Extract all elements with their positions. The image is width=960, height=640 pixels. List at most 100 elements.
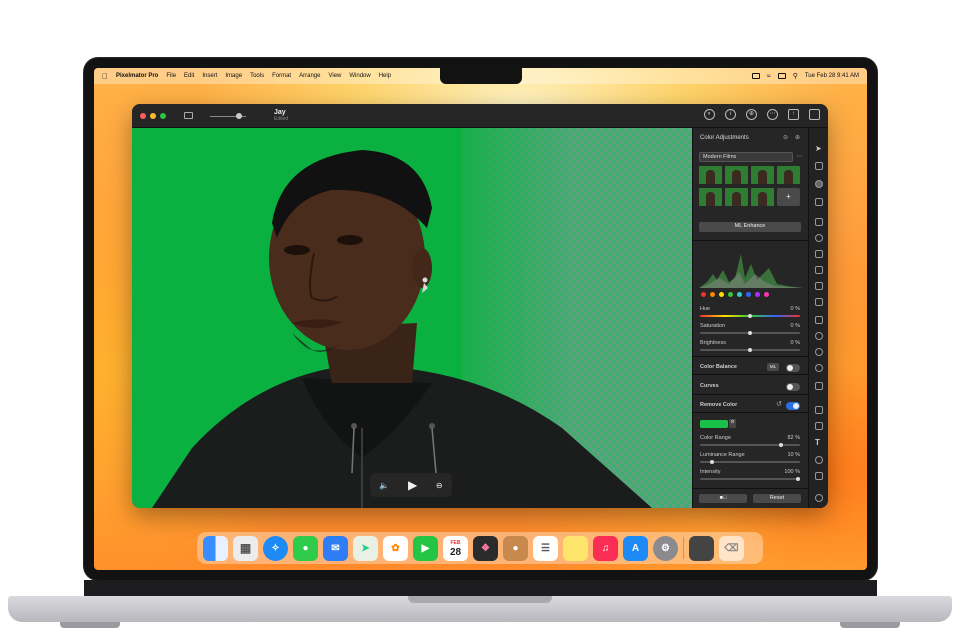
intensity-value[interactable]: 100 % <box>784 469 800 475</box>
pen-tool-icon[interactable] <box>815 406 823 414</box>
clone-tool-icon[interactable] <box>815 332 823 340</box>
color-dot[interactable] <box>764 292 769 297</box>
zoom-window-button[interactable] <box>160 112 166 119</box>
safari-icon[interactable]: ✧ <box>263 535 288 561</box>
info-icon[interactable]: i <box>725 109 736 120</box>
preset-select[interactable]: Modern Films <box>699 152 793 162</box>
preset-thumbnail[interactable] <box>699 188 722 206</box>
color-swatch[interactable] <box>700 420 728 428</box>
downloads-stack-icon[interactable] <box>689 535 714 561</box>
menu-tools[interactable]: Tools <box>250 73 264 79</box>
maps-icon[interactable]: ➤ <box>353 535 378 561</box>
sidebar-toggle-icon[interactable] <box>184 112 193 119</box>
luminance-range-value[interactable]: 10 % <box>787 452 800 458</box>
system-settings-icon[interactable]: ⚙ <box>653 535 678 561</box>
type-tool-icon[interactable]: T <box>815 438 823 447</box>
color-dot[interactable] <box>746 292 751 297</box>
color-adjust-tool-icon[interactable] <box>815 180 823 188</box>
ml-enhance-button[interactable]: ML Enhance <box>699 222 801 232</box>
mail-icon[interactable]: ✉ <box>323 535 348 561</box>
color-balance-toggle[interactable] <box>786 364 800 372</box>
zoom-fit-icon[interactable]: ⊕ <box>746 109 757 120</box>
preset-more-icon[interactable]: ⋯ <box>796 153 802 160</box>
brightness-slider[interactable] <box>700 348 800 352</box>
notes-icon[interactable] <box>563 535 588 561</box>
menu-format[interactable]: Format <box>272 73 291 79</box>
color-dot[interactable] <box>728 292 733 297</box>
saturation-slider[interactable] <box>700 331 800 335</box>
menu-arrange[interactable]: Arrange <box>299 73 320 79</box>
hue-slider-knob[interactable] <box>748 314 752 318</box>
photos-icon[interactable]: ✿ <box>383 535 408 561</box>
saturation-value[interactable]: 0 % <box>791 323 800 329</box>
launchpad-icon[interactable]: ▦ <box>233 535 258 561</box>
menubar-clock[interactable]: Tue Feb 28 9:41 AM <box>805 73 859 79</box>
menu-app-name[interactable]: Pixelmator Pro <box>116 73 158 79</box>
image-canvas[interactable]: 🔈 ▶ ⊖ <box>132 128 692 508</box>
more-icon[interactable]: ⋯ <box>767 109 778 120</box>
panel-options-icon[interactable]: ⊖ <box>783 134 788 141</box>
menu-edit[interactable]: Edit <box>184 73 194 79</box>
menu-insert[interactable]: Insert <box>202 73 217 79</box>
arrange-tool-icon[interactable]: ➤ <box>815 144 823 153</box>
app-store-icon[interactable]: A <box>623 535 648 561</box>
remove-color-toggle[interactable] <box>786 402 800 410</box>
apple-menu-icon[interactable]:  <box>102 72 108 81</box>
music-icon[interactable]: ♫ <box>593 535 618 561</box>
reminders-icon[interactable]: ☰ <box>533 535 558 561</box>
pixelmator-pro-icon[interactable]: ❖ <box>473 535 498 561</box>
magic-wand-tool-icon[interactable] <box>815 250 823 258</box>
contacts-icon[interactable]: ● <box>503 535 528 561</box>
erase-tool-icon[interactable] <box>815 298 823 306</box>
menu-view[interactable]: View <box>328 73 341 79</box>
effects-tool-icon[interactable] <box>815 198 823 206</box>
color-range-slider[interactable] <box>700 443 800 447</box>
color-dot[interactable] <box>719 292 724 297</box>
menu-image[interactable]: Image <box>225 73 242 79</box>
saturation-slider-knob[interactable] <box>748 331 752 335</box>
messages-icon[interactable]: ● <box>293 535 318 561</box>
facetime-icon[interactable]: ▶ <box>413 535 438 561</box>
add-preset-button[interactable]: + <box>777 188 800 206</box>
menu-file[interactable]: File <box>166 73 176 79</box>
brightness-slider-knob[interactable] <box>748 348 752 352</box>
intensity-slider[interactable] <box>700 477 800 481</box>
color-dot[interactable] <box>737 292 742 297</box>
color-adjustments-icon[interactable]: ◐ <box>704 109 715 120</box>
search-icon[interactable]: ⚲ <box>793 72 798 80</box>
luminance-range-slider[interactable] <box>700 460 800 464</box>
retouch-tool-icon[interactable] <box>815 316 823 324</box>
style-tool-icon[interactable] <box>815 162 823 170</box>
crop-tool-icon[interactable] <box>815 472 823 480</box>
finder-icon[interactable] <box>203 535 228 561</box>
hue-value[interactable]: 0 % <box>791 306 800 312</box>
smudge-tool-icon[interactable] <box>815 348 823 356</box>
lasso-tool-icon[interactable] <box>815 234 823 242</box>
color-dot[interactable] <box>710 292 715 297</box>
preset-thumbnail[interactable] <box>699 166 722 184</box>
options-icon[interactable]: ⊖ <box>436 481 443 490</box>
compare-button[interactable]: ■□ <box>699 494 747 503</box>
preset-thumbnail[interactable] <box>751 166 774 184</box>
brightness-value[interactable]: 0 % <box>791 340 800 346</box>
share-icon[interactable]: ↑ <box>788 109 799 120</box>
battery-icon[interactable] <box>751 73 760 79</box>
more-tools-icon[interactable] <box>815 494 823 502</box>
warp-tool-icon[interactable] <box>815 382 823 390</box>
volume-icon[interactable]: 🔈 <box>379 481 389 490</box>
hue-slider[interactable] <box>700 314 800 318</box>
color-range-slider-knob[interactable] <box>778 443 783 447</box>
lighten-tool-icon[interactable] <box>815 364 823 372</box>
color-range-value[interactable]: 82 % <box>787 435 800 441</box>
select-tool-icon[interactable] <box>815 218 823 226</box>
hue-swatch-row[interactable] <box>701 292 801 298</box>
wifi-icon[interactable]: ≈ <box>767 73 771 80</box>
color-dot[interactable] <box>701 292 706 297</box>
zoom-tool-icon[interactable] <box>815 456 823 464</box>
control-center-icon[interactable] <box>777 73 786 79</box>
zoom-slider-knob[interactable] <box>236 113 242 119</box>
fill-tool-icon[interactable] <box>815 282 823 290</box>
close-window-button[interactable] <box>140 112 146 119</box>
preset-thumbnail[interactable] <box>777 166 800 184</box>
play-icon[interactable]: ▶ <box>408 478 417 492</box>
